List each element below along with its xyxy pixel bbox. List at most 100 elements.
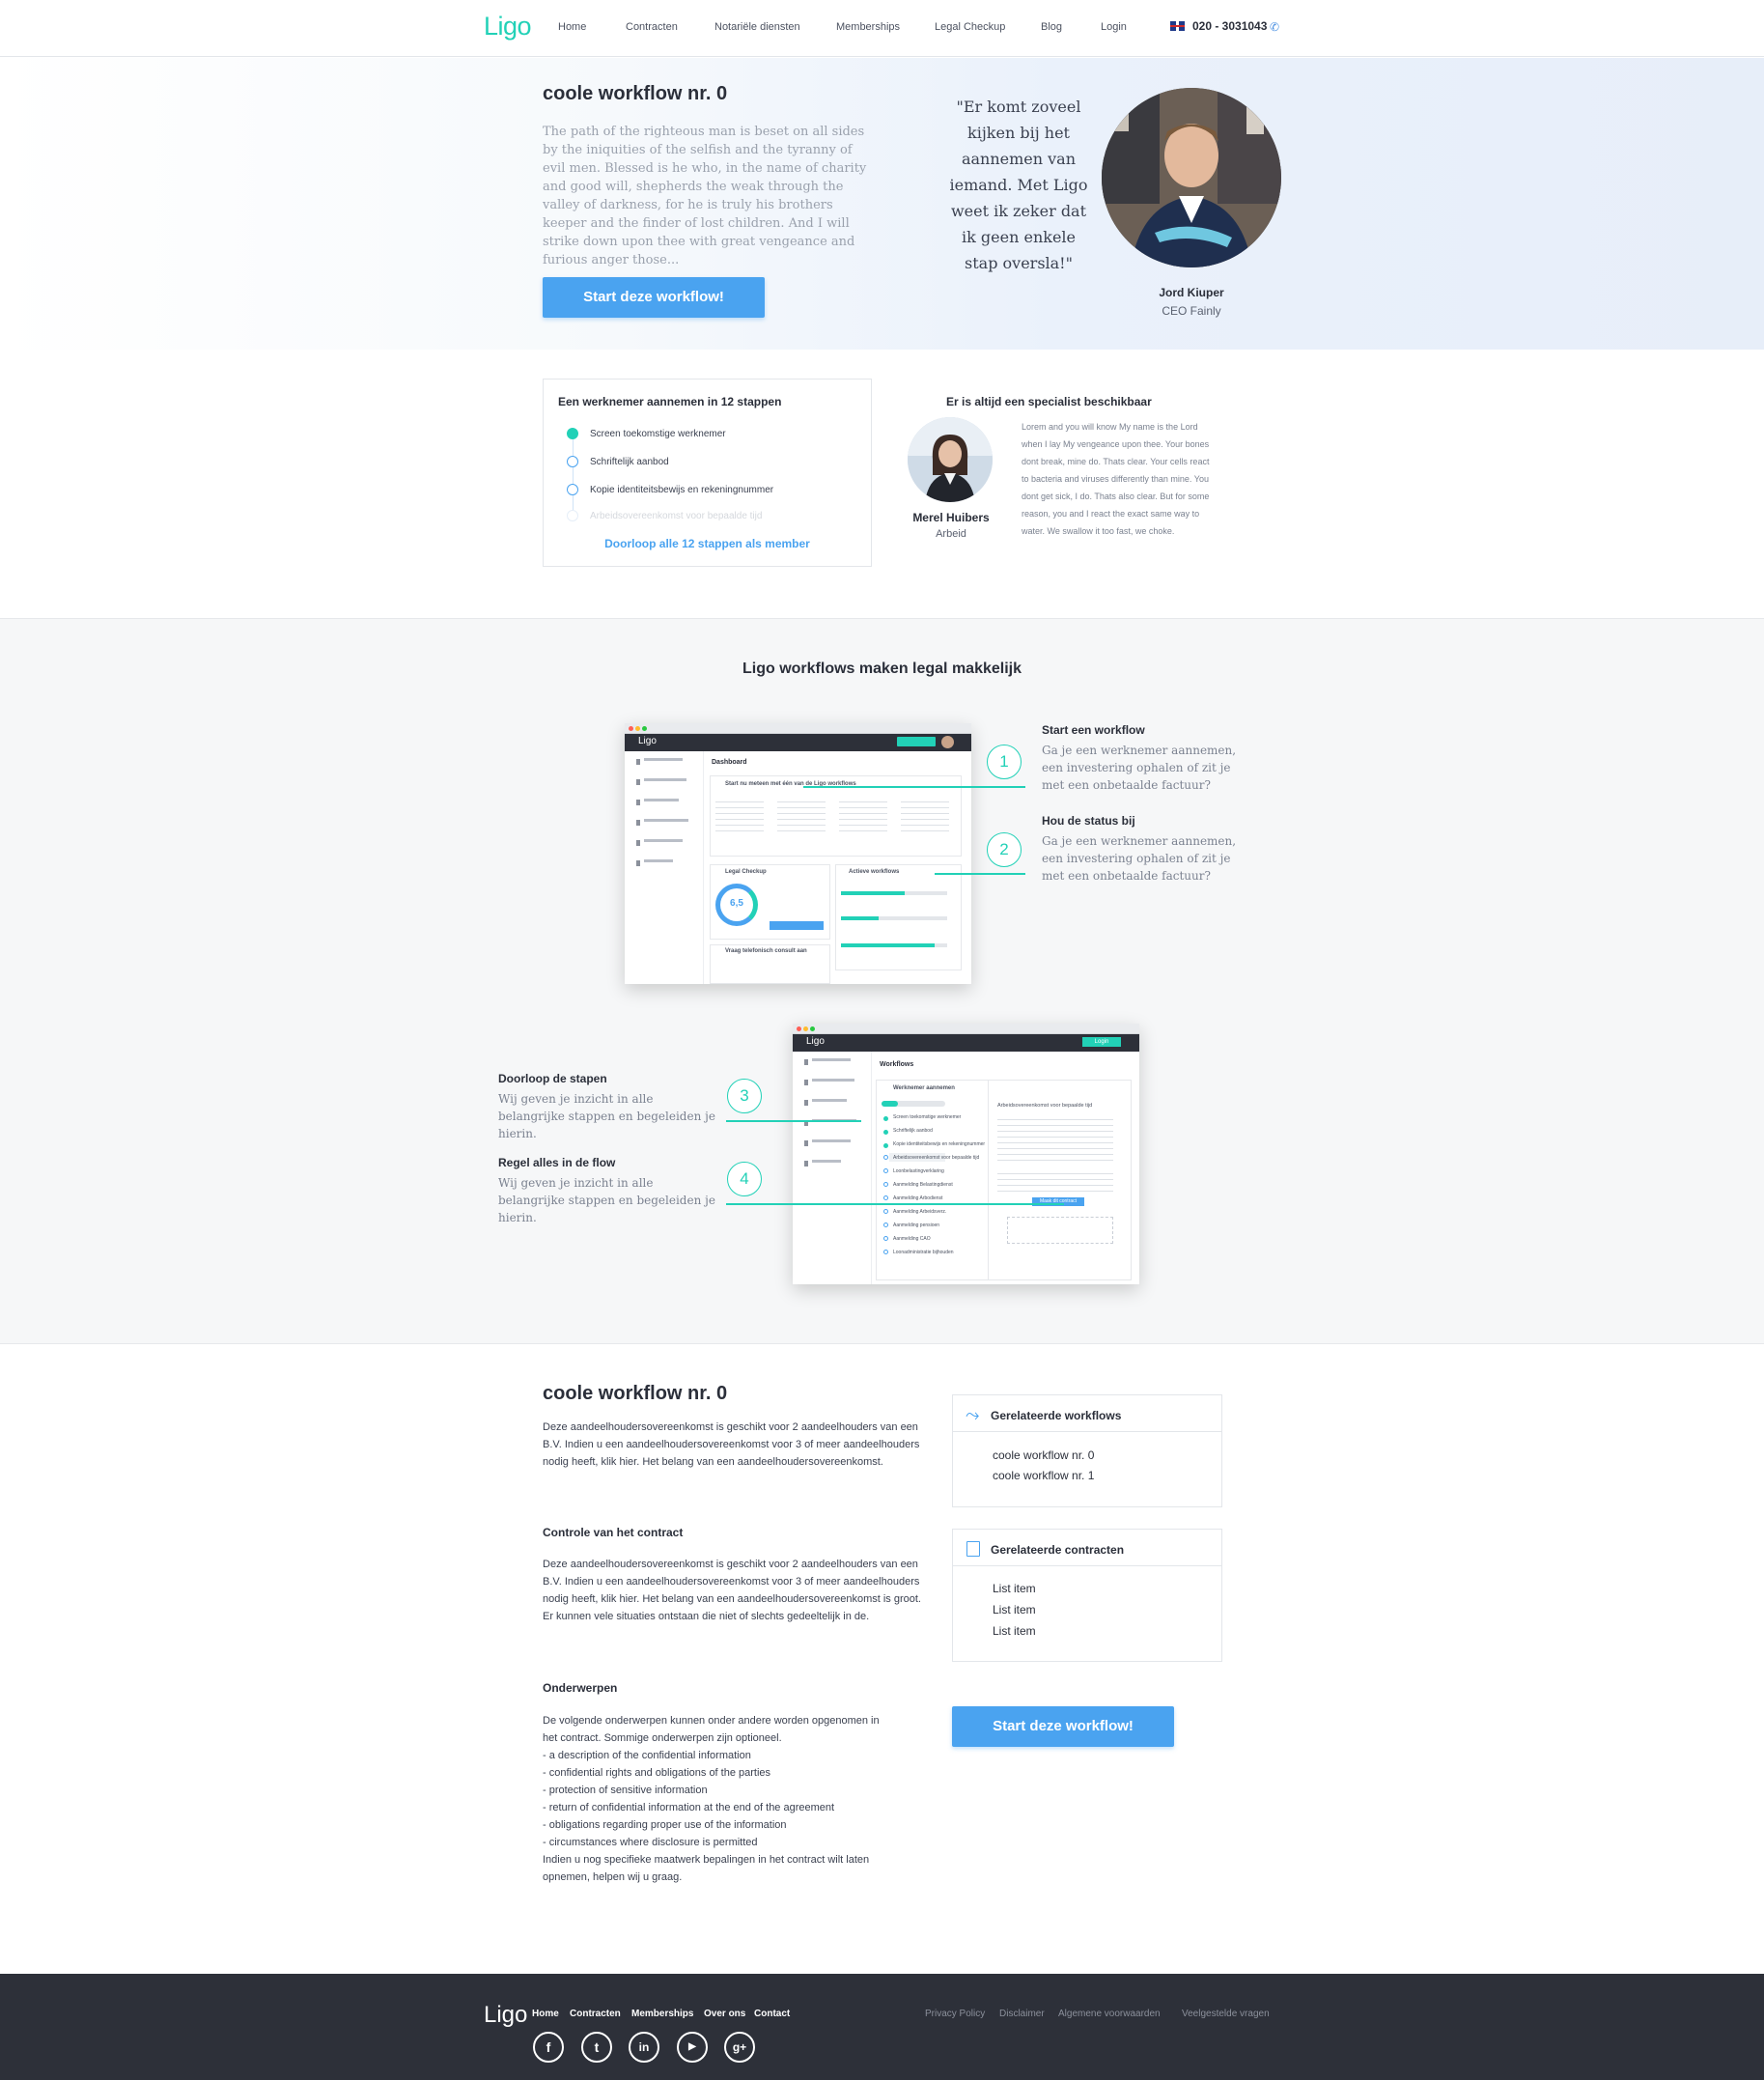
footer-logo[interactable]: Ligo <box>484 2002 527 2029</box>
window-dot <box>642 726 647 731</box>
step-item: Screen toekomstige werknemer <box>590 429 726 439</box>
specialist-text: Lorem and you will know My name is the L… <box>1022 422 1210 536</box>
progress-fill <box>841 943 935 947</box>
detail-text-lines <box>997 1114 1113 1163</box>
nav-legal-checkup[interactable]: Legal Checkup <box>935 21 1005 33</box>
footer-link-voorwaarden[interactable]: Algemene voorwaarden <box>1058 2009 1161 2019</box>
footer-link-home[interactable]: Home <box>532 2009 559 2019</box>
hero-description: The path of the righteous man is beset o… <box>543 125 867 267</box>
related-contract-link[interactable]: List item <box>993 1603 1036 1616</box>
nav-blog[interactable]: Blog <box>1041 21 1062 33</box>
footer-link-memberships[interactable]: Memberships <box>631 2009 693 2019</box>
start-workflow-button[interactable]: Start deze workflow! <box>543 277 765 318</box>
nav-login[interactable]: Login <box>1101 21 1127 33</box>
sidebar-item <box>644 778 686 781</box>
sidebar-item <box>644 819 688 822</box>
features-title: Ligo workflows maken legal makkelijk <box>742 661 1022 677</box>
sidebar-item <box>644 859 673 862</box>
checkup-button <box>770 921 824 930</box>
dashboard-heading: Dashboard <box>712 759 747 766</box>
flow-step: Schriftelijk aanbod <box>893 1128 933 1134</box>
footer-link-disclaimer[interactable]: Disclaimer <box>999 2009 1045 2019</box>
sidebar-item <box>644 799 679 801</box>
controle-title: Controle van het contract <box>543 1526 684 1539</box>
phone-icon[interactable]: ✆ <box>1270 20 1279 34</box>
flow-step: Aanmelding Arbodienst <box>893 1195 943 1201</box>
callout-line <box>935 873 1025 875</box>
window-dot <box>810 1026 815 1031</box>
specialist-title: Er is altijd een specialist beschikbaar <box>946 395 1152 408</box>
window-dot <box>629 726 633 731</box>
facebook-icon[interactable]: f <box>533 2032 564 2063</box>
testimonial-avatar <box>1102 88 1281 267</box>
ligo-logo[interactable]: Ligo <box>484 12 532 42</box>
youtube-icon[interactable]: ▶ <box>677 2032 708 2063</box>
google-plus-icon[interactable]: g+ <box>724 2032 755 2063</box>
twitter-icon[interactable]: t <box>581 2032 612 2063</box>
feature-text: Wij geven je inzicht in alle belangrijke… <box>498 1176 715 1224</box>
nav-notariele-diensten[interactable]: Notariële diensten <box>714 21 800 33</box>
workflow-progress <box>882 1101 945 1107</box>
onderwerpen-line: - return of confidential information at … <box>543 1802 835 1813</box>
flow-step: Screen toekomstige werknemer <box>893 1114 962 1120</box>
onderwerpen-line: - protection of sensitive information <box>543 1785 708 1796</box>
sidebar-icon <box>804 1140 808 1146</box>
footer-link-over-ons[interactable]: Over ons <box>704 2009 745 2019</box>
document-icon <box>966 1541 980 1557</box>
phone-number[interactable]: 020 - 3031043 <box>1192 19 1267 33</box>
flow-step-dot <box>883 1209 888 1214</box>
related-workflow-link[interactable]: coole workflow nr. 1 <box>993 1469 1094 1482</box>
onderwerpen-line: - a description of the confidential info… <box>543 1750 751 1761</box>
feature-title: Hou de status bij <box>1042 814 1135 828</box>
sidebar-icon <box>636 800 640 805</box>
detail-intro: Deze aandeelhoudersovereenkomst is gesch… <box>543 1421 920 1468</box>
nav-contracten[interactable]: Contracten <box>626 21 678 33</box>
steps-connector <box>573 439 574 515</box>
related-contract-link[interactable]: List item <box>993 1624 1036 1638</box>
callout-line <box>803 786 1025 788</box>
card-divider <box>952 1431 1222 1432</box>
active-workflows-title: Actieve workflows <box>849 869 900 875</box>
flow-step: Arbeidsovereenkomst voor bepaalde tijd <box>893 1155 980 1161</box>
progress-fill <box>841 891 905 895</box>
sidebar-icon <box>636 759 640 765</box>
flow-step: Aanmelding pensioen <box>893 1223 940 1228</box>
nav-memberships[interactable]: Memberships <box>836 21 900 33</box>
window-dot <box>635 726 640 731</box>
footer-link-contact[interactable]: Contact <box>754 2009 790 2019</box>
footer-link-contracten[interactable]: Contracten <box>570 2009 621 2019</box>
onderwerpen-line: - confidential rights and obligations of… <box>543 1767 771 1779</box>
footer-link-faq[interactable]: Veelgestelde vragen <box>1182 2009 1270 2019</box>
uk-flag-icon[interactable] <box>1170 21 1185 31</box>
browser-chrome <box>625 723 971 734</box>
onderwerpen-list: De volgende onderwerpen kunnen onder and… <box>543 1712 948 1886</box>
onderwerpen-line: De volgende onderwerpen kunnen onder and… <box>543 1715 880 1727</box>
footer-link-privacy[interactable]: Privacy Policy <box>925 2009 985 2019</box>
workflow-panel-title: Werknemer aannemen <box>893 1085 955 1091</box>
related-workflow-link[interactable]: coole workflow nr. 0 <box>993 1448 1094 1462</box>
sidebar-item <box>644 839 683 842</box>
sidebar-item <box>812 1139 851 1142</box>
legal-checkup-title: Legal Checkup <box>725 869 767 875</box>
detail-title: coole workflow nr. 0 <box>543 1383 728 1404</box>
related-contract-link[interactable]: List item <box>993 1582 1036 1595</box>
flow-step-dot <box>883 1168 888 1173</box>
step-dot <box>567 456 578 467</box>
sidebar-item <box>644 758 683 761</box>
step-dot-done <box>567 428 578 439</box>
all-steps-link[interactable]: Doorloop alle 12 stappen als member <box>543 537 872 550</box>
app-login-button: Login <box>1082 1037 1121 1047</box>
linkedin-icon[interactable]: in <box>629 2032 659 2063</box>
nav-home[interactable]: Home <box>558 21 586 33</box>
flow-step: Aanmelding CAO <box>893 1236 931 1242</box>
feature-text: Ga je een werknemer aannemen, een invest… <box>1042 744 1237 792</box>
start-workflow-button-bottom[interactable]: Start deze workflow! <box>952 1706 1174 1747</box>
app-logo: Ligo <box>806 1036 825 1047</box>
progress-fill <box>841 916 879 920</box>
sidebar-item <box>812 1160 841 1163</box>
flow-step-dot <box>883 1143 888 1148</box>
workflows-screenshot: Ligo Login Workflows Werknemer aannemen … <box>793 1024 1139 1284</box>
feature-text: Wij geven je inzicht in alle belangrijke… <box>498 1092 715 1140</box>
onderwerpen-title: Onderwerpen <box>543 1681 618 1695</box>
feature-title: Start een workflow <box>1042 723 1145 737</box>
